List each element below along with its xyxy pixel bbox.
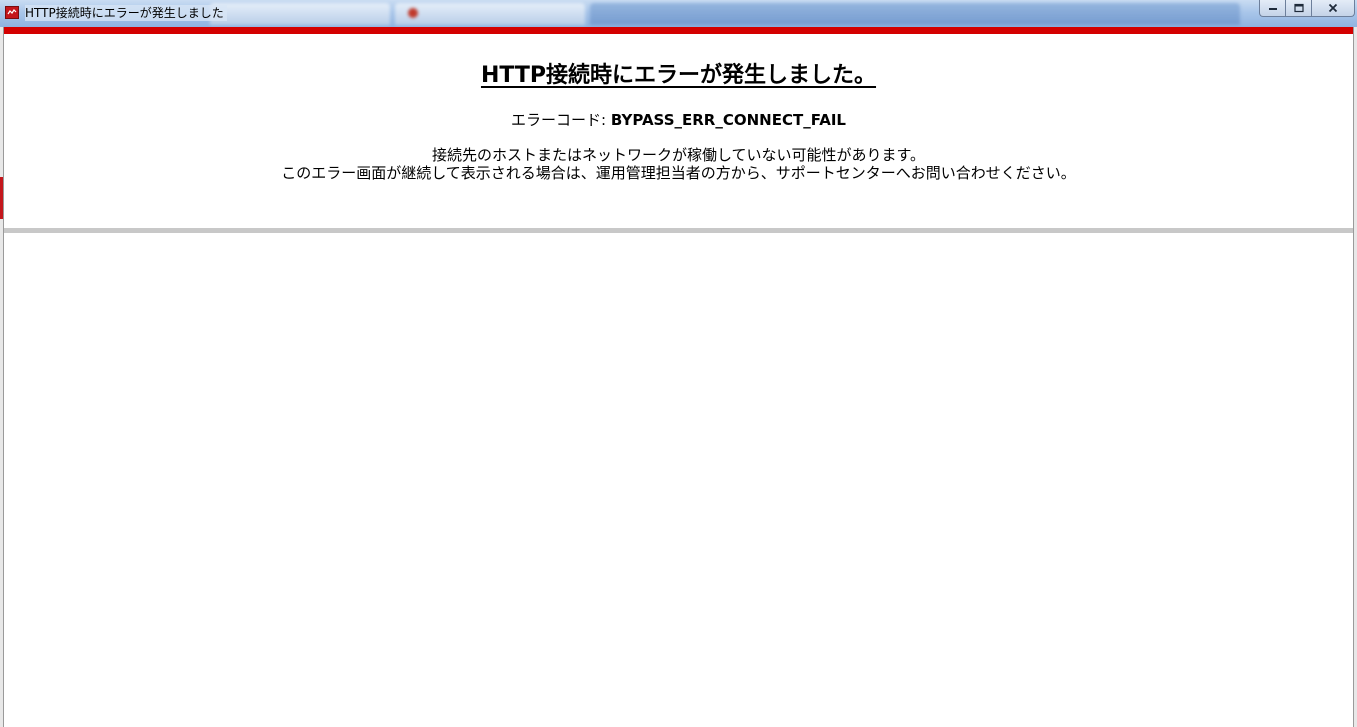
error-code-line: エラーコード: BYPASS_ERR_CONNECT_FAIL	[4, 91, 1353, 130]
error-message-line-2: このエラー画面が継続して表示される場合は、運用管理担当者の方から、サポートセンタ…	[281, 164, 1076, 182]
error-code-value: BYPASS_ERR_CONNECT_FAIL	[610, 111, 846, 129]
window-controls	[1259, 0, 1355, 18]
minimize-icon	[1268, 8, 1277, 10]
app-icon	[5, 6, 19, 19]
maximize-icon	[1293, 3, 1304, 13]
page-title: HTTP接続時にエラーが発生しました。	[480, 63, 877, 88]
close-button[interactable]	[1311, 0, 1355, 17]
error-panel: HTTP接続時にエラーが発生しました。 エラーコード: BYPASS_ERR_C…	[4, 34, 1353, 228]
title-bar[interactable]: HTTP接続時にエラーが発生しました	[0, 0, 1357, 27]
page-content: HTTP接続時にエラーが発生しました。 エラーコード: BYPASS_ERR_C…	[4, 27, 1353, 727]
blurred-background-tab	[395, 3, 585, 25]
window-frame-right	[1353, 27, 1357, 727]
top-accent-bar	[4, 27, 1353, 34]
blurred-tab-icon	[408, 8, 418, 18]
close-icon	[1328, 3, 1338, 13]
error-code-label: エラーコード:	[511, 111, 611, 129]
blurred-background-tab	[210, 3, 390, 25]
window-title: HTTP接続時にエラーが発生しました	[25, 5, 227, 21]
frame-accent-mark	[0, 177, 3, 219]
error-message: 接続先のホストまたはネットワークが稼働していない可能性があります。 このエラー画面…	[4, 130, 1353, 182]
error-message-line-1: 接続先のホストまたはネットワークが稼働していない可能性があります。	[431, 146, 926, 164]
blurred-background-window	[590, 3, 1240, 25]
panel-divider	[4, 228, 1353, 233]
maximize-button[interactable]	[1285, 0, 1311, 17]
minimize-button[interactable]	[1259, 0, 1285, 17]
